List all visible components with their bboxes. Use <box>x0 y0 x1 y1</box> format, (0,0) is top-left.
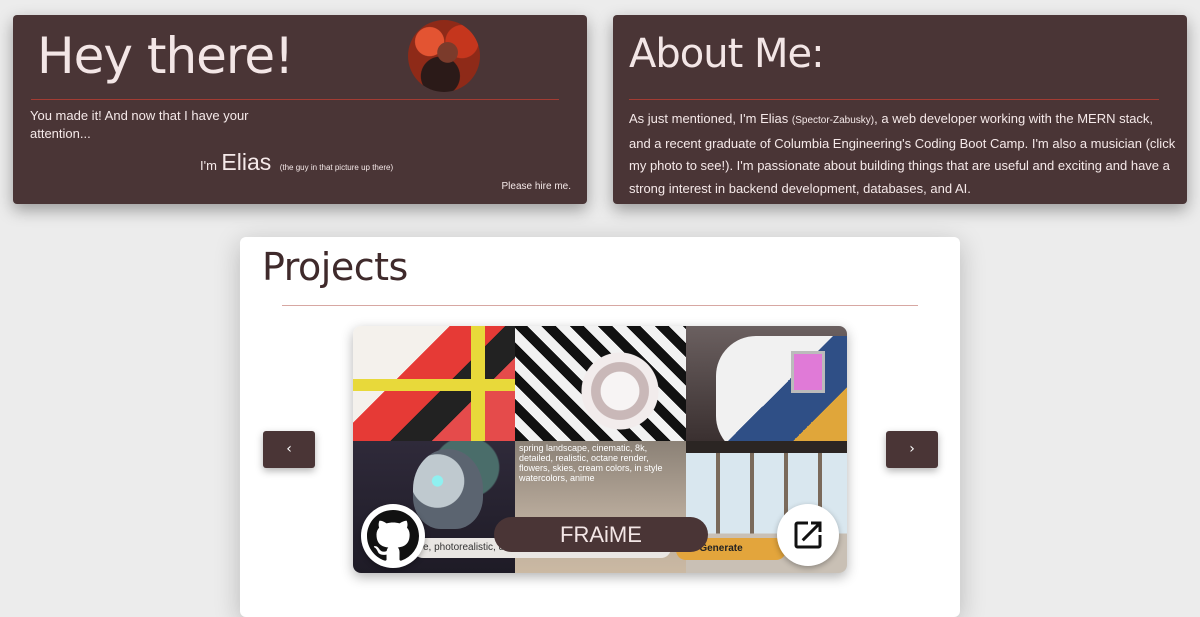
carousel-prev-button[interactable]: ‹ <box>263 431 315 468</box>
intro-card: Hey there! You made it! And now that I h… <box>13 15 587 204</box>
about-surname: (Spector-Zabusky) <box>791 115 875 126</box>
preview-tile <box>515 326 686 441</box>
divider <box>282 305 918 306</box>
divider <box>31 99 559 100</box>
github-link[interactable] <box>361 504 425 568</box>
project-name: FRAiME <box>494 517 708 552</box>
intro-name: Elias <box>221 149 272 175</box>
github-icon <box>367 510 419 561</box>
external-link-button[interactable] <box>777 504 839 566</box>
intro-text: You made it! And now that I have your at… <box>30 108 249 141</box>
preview-prompt: spring landscape, cinematic, 8k, detaile… <box>519 443 663 483</box>
intro-aside: (the guy in that picture up there) <box>279 163 394 172</box>
intro-title: Hey there! <box>37 27 294 85</box>
hire-text: Please hire me. <box>501 181 571 192</box>
about-title: About Me: <box>629 31 825 77</box>
about-card: About Me: As just mentioned, I'm Elias (… <box>613 15 1187 204</box>
preview-tile <box>686 326 847 441</box>
projects-title: Projects <box>262 245 408 289</box>
external-link-icon <box>794 521 822 549</box>
about-text-start: As just mentioned, I'm Elias <box>629 111 792 126</box>
preview-tile <box>353 326 515 441</box>
projects-card: Projects ‹ › spring landscape, cinematic… <box>240 237 960 617</box>
project-slide[interactable]: spring landscape, cinematic, 8k, detaile… <box>353 326 847 573</box>
profile-photo[interactable] <box>408 20 480 92</box>
im-label: I'm <box>200 158 217 173</box>
about-text: As just mentioned, I'm Elias (Spector-Za… <box>629 108 1177 200</box>
intro-name-line: I'm Elias (the guy in that picture up th… <box>200 149 393 176</box>
carousel-next-button[interactable]: › <box>886 431 938 468</box>
divider <box>629 99 1159 100</box>
